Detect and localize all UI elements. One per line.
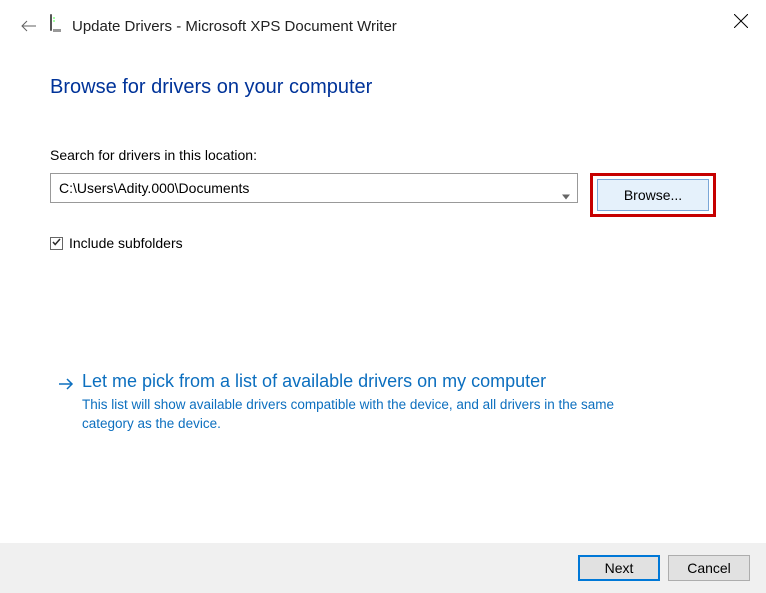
browse-button[interactable]: Browse... [597,179,709,211]
include-subfolders-label: Include subfolders [69,235,183,251]
device-icon [50,15,64,37]
browse-highlight: Browse... [590,173,716,217]
location-label: Search for drivers in this location: [50,147,716,163]
pick-from-list-option[interactable]: Let me pick from a list of available dri… [50,371,716,434]
header: Update Drivers - Microsoft XPS Document … [0,0,766,40]
option-title: Let me pick from a list of available dri… [82,371,642,392]
location-input[interactable] [50,173,578,203]
arrow-right-icon [58,371,78,434]
next-button[interactable]: Next [578,555,660,581]
option-description: This list will show available drivers co… [82,396,642,434]
close-button[interactable] [734,14,748,28]
include-subfolders-checkbox[interactable] [50,237,63,250]
back-button[interactable] [20,17,38,35]
page-heading: Browse for drivers on your computer [50,76,716,99]
location-combobox[interactable] [50,173,578,217]
cancel-button[interactable]: Cancel [668,555,750,581]
window-title: Update Drivers - Microsoft XPS Document … [72,18,397,35]
footer: Next Cancel [0,543,766,593]
checkmark-icon [52,238,61,249]
